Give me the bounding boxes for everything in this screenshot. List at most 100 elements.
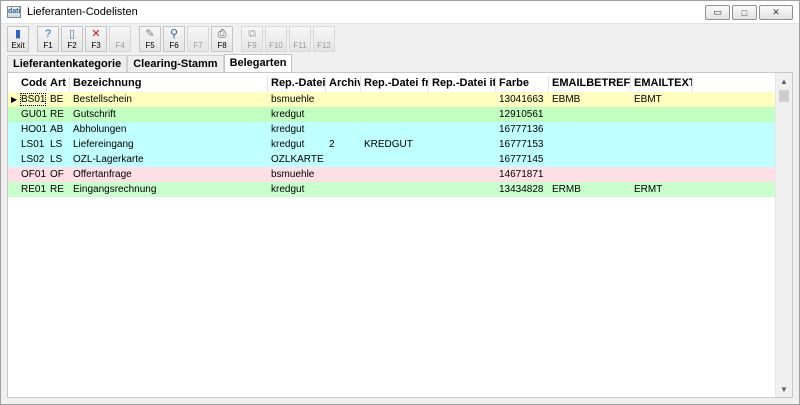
toolbar-button-f8[interactable]: ⎙ F8 [211,26,233,52]
table-cell[interactable]: Gutschrift [70,107,268,122]
table-cell[interactable] [429,92,496,107]
table-cell[interactable]: LS02 [18,152,47,167]
vertical-scrollbar[interactable]: ▲ ▼ [775,73,792,397]
table-cell[interactable]: GU01 [18,107,47,122]
table-cell[interactable]: Abholungen [70,122,268,137]
table-cell[interactable]: OZL-Lagerkarte [70,152,268,167]
table-cell[interactable]: OF01 [18,167,47,182]
table-cell[interactable]: bsmuehle [268,92,326,107]
table-cell[interactable]: LS [47,152,70,167]
table-cell[interactable]: AB [47,122,70,137]
toolbar-button-f6[interactable]: ⚲ F6 [163,26,185,52]
table-cell[interactable]: KREDGUT [361,137,429,152]
table-cell[interactable] [361,167,429,182]
table-cell[interactable]: bsmuehle [268,167,326,182]
table-cell[interactable]: Offertanfrage [70,167,268,182]
table-cell[interactable]: kredgut [268,107,326,122]
table-cell[interactable]: Eingangsrechnung [70,182,268,197]
table-cell[interactable] [429,107,496,122]
table-row[interactable]: HO01 AB Abholungen kredgut 16777136 [8,122,780,137]
table-cell[interactable] [429,152,496,167]
table-row[interactable]: RE01 RE Eingangsrechnung kredgut 13434828 ERM… [8,182,780,197]
table-cell[interactable] [429,167,496,182]
table-cell[interactable]: LS01 [18,137,47,152]
table-cell[interactable] [326,107,361,122]
table-cell[interactable] [361,122,429,137]
table-cell[interactable]: ERMT [631,182,693,197]
table-cell[interactable] [326,182,361,197]
table-cell[interactable] [549,152,631,167]
table-cell[interactable]: ERMB [549,182,631,197]
table-cell[interactable]: kredgut [268,122,326,137]
close-button[interactable]: ✕ [759,5,793,20]
table-cell[interactable] [549,137,631,152]
belegarten-grid[interactable]: Code Art Bezeichnung Rep.-Datei Archiv Rep.-D… [7,72,793,398]
table-cell[interactable] [549,107,631,122]
table-cell[interactable] [361,107,429,122]
column-header-rep-datei[interactable]: Rep.-Datei [268,76,326,91]
table-cell[interactable] [631,167,693,182]
scroll-down-arrow-icon[interactable]: ▼ [776,381,792,397]
table-cell[interactable] [631,107,693,122]
column-header-rep-datei-fr-[interactable]: Rep.-Datei fr. [361,76,429,91]
column-header-art[interactable]: Art [47,76,70,91]
minimize-button[interactable]: ▭ [705,5,730,20]
table-cell[interactable] [631,122,693,137]
table-cell[interactable]: Bestellschein [70,92,268,107]
table-cell[interactable]: OZLKARTE [268,152,326,167]
tab-lieferantenkategorie[interactable]: Lieferantenkategorie [7,55,128,73]
table-cell[interactable]: 2 [326,137,361,152]
table-row[interactable]: OF01 OF Offertanfrage bsmuehle 14671871 [8,167,780,182]
table-row[interactable]: GU01 RE Gutschrift kredgut 12910561 [8,107,780,122]
table-cell[interactable] [631,137,693,152]
table-cell[interactable]: RE [47,107,70,122]
table-cell[interactable]: 16777145 [496,152,549,167]
column-header-emailbetreff[interactable]: EMAILBETREFF [549,76,631,91]
table-cell[interactable]: 16777153 [496,137,549,152]
table-cell[interactable]: OF [47,167,70,182]
table-cell[interactable] [631,152,693,167]
tab-clearing-stamm[interactable]: Clearing-Stamm [127,55,224,73]
table-cell[interactable] [429,182,496,197]
table-cell[interactable] [361,92,429,107]
table-cell[interactable] [549,167,631,182]
table-cell[interactable]: 13041663 [496,92,549,107]
table-cell[interactable]: BE [47,92,70,107]
maximize-button[interactable]: □ [732,5,757,20]
table-cell[interactable]: 16777136 [496,122,549,137]
column-header-farbe[interactable]: Farbe [496,76,549,91]
table-cell[interactable] [429,122,496,137]
title-bar[interactable]: dati Lieferanten-Codelisten ▭ □ ✕ [1,1,799,24]
table-cell[interactable] [326,92,361,107]
scroll-thumb[interactable] [779,90,789,102]
column-header-rep-datei-it-[interactable]: Rep.-Datei it. [429,76,496,91]
table-cell[interactable] [326,122,361,137]
toolbar-button-f3[interactable]: ✕ F3 [85,26,107,52]
table-cell[interactable] [549,122,631,137]
table-cell[interactable]: RE [47,182,70,197]
table-row[interactable]: LS01 LS Liefereingang kredgut 2 KREDGUT 167771… [8,137,780,152]
table-cell[interactable]: RE01 [18,182,47,197]
table-cell[interactable]: 12910561 [496,107,549,122]
table-cell[interactable]: 14671871 [496,167,549,182]
table-cell[interactable]: Liefereingang [70,137,268,152]
toolbar-button-f1[interactable]: ? F1 [37,26,59,52]
table-cell[interactable]: LS [47,137,70,152]
table-cell[interactable]: HO01 [18,122,47,137]
table-cell[interactable]: EBMT [631,92,693,107]
toolbar-button-exit[interactable]: ▮ Exit [7,26,29,52]
table-cell[interactable] [361,182,429,197]
table-cell[interactable] [361,152,429,167]
column-header-emailtext[interactable]: EMAILTEXT [631,76,693,91]
column-header-bezeichnung[interactable]: Bezeichnung [70,76,268,91]
column-header-archiv[interactable]: Archiv [326,76,361,91]
table-cell[interactable]: EBMB [549,92,631,107]
table-row[interactable]: LS02 LS OZL-Lagerkarte OZLKARTE 16777145 [8,152,780,167]
table-cell[interactable] [429,137,496,152]
table-cell[interactable]: BS01 [18,92,47,107]
table-cell[interactable]: 13434828 [496,182,549,197]
table-cell[interactable] [326,167,361,182]
table-row[interactable]: ▶ BS01 BE Bestellschein bsmuehle 13041663 EBMB… [8,92,780,107]
table-cell[interactable] [326,152,361,167]
toolbar-button-f5[interactable]: ✎ F5 [139,26,161,52]
